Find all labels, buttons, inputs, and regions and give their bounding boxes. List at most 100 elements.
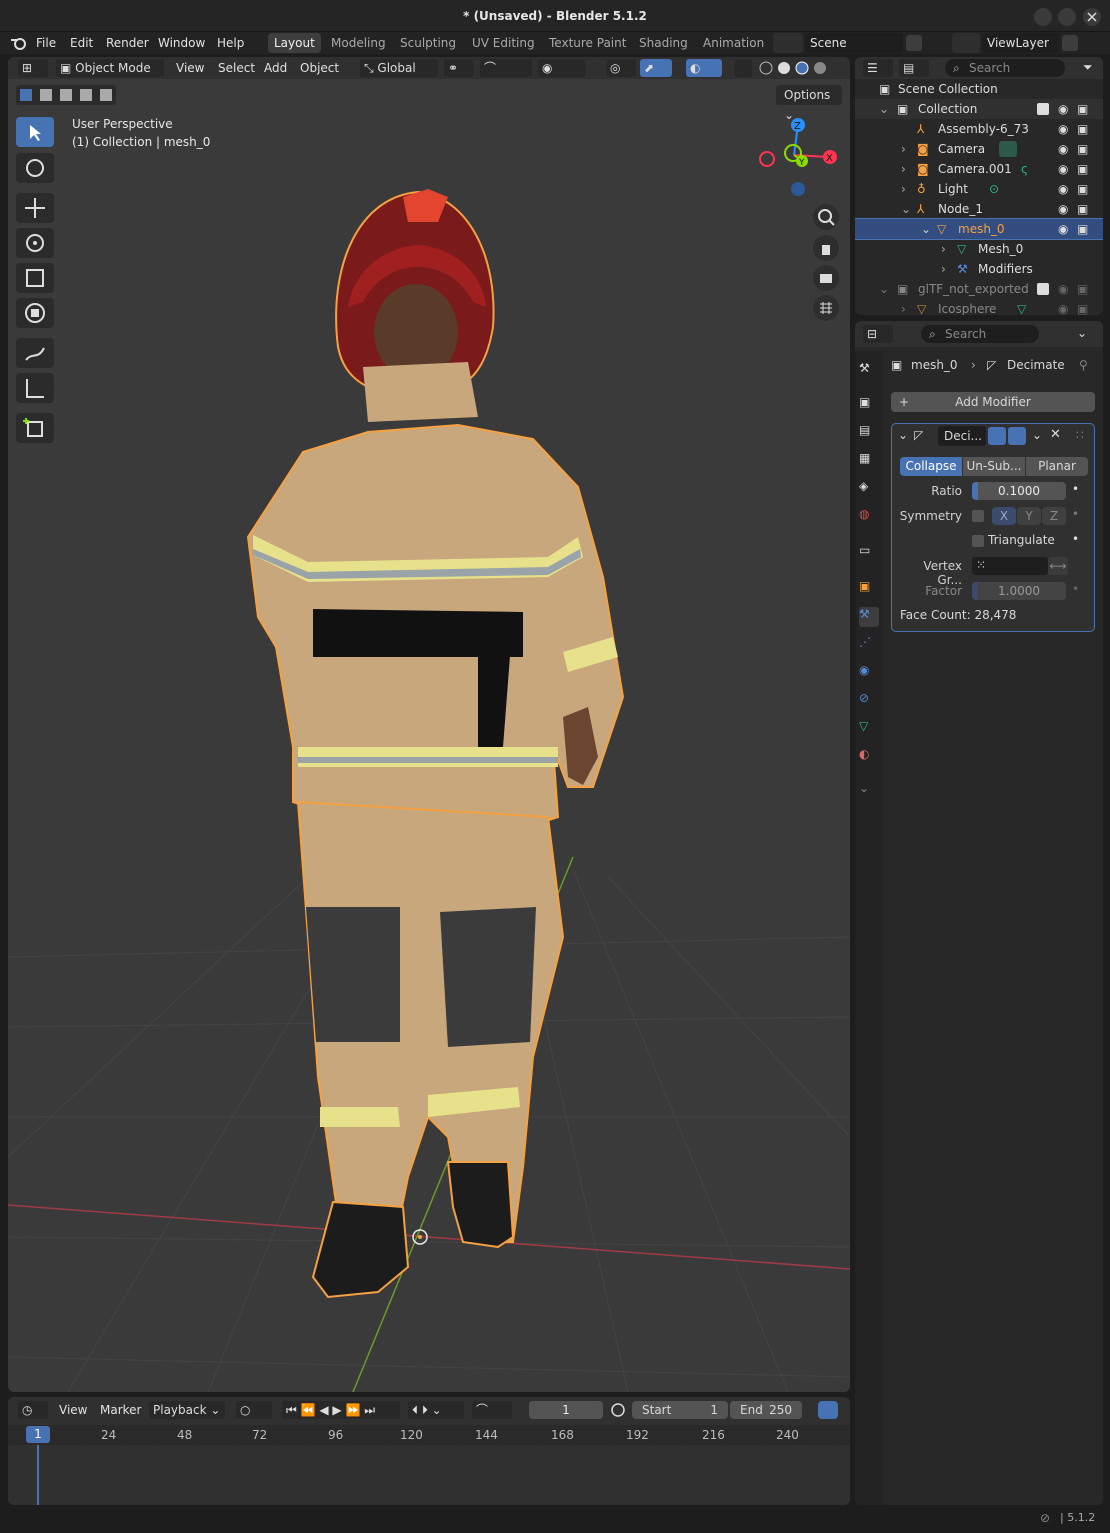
- pivot-point-icon[interactable]: ⚭: [444, 59, 474, 77]
- transform-tool[interactable]: [16, 298, 54, 328]
- start-frame-field[interactable]: Start 1: [632, 1401, 728, 1419]
- view-layer-field[interactable]: ViewLayer: [982, 33, 1060, 53]
- properties-search-input[interactable]: ⌕ Search: [921, 325, 1039, 343]
- playback-dropdown[interactable]: Playback ⌄: [149, 1401, 225, 1419]
- eye-icon[interactable]: ◉: [1058, 119, 1068, 139]
- collapse-arrow-icon[interactable]: ⌄: [921, 219, 931, 239]
- ratio-slider[interactable]: 0.1000: [972, 482, 1066, 500]
- constraints-tab-icon[interactable]: ⊘: [859, 691, 879, 711]
- eye-icon[interactable]: ◉: [1058, 159, 1068, 179]
- expand-arrow-icon[interactable]: ›: [901, 179, 906, 199]
- factor-slider[interactable]: 1.0000: [972, 582, 1066, 600]
- outliner-row-camera[interactable]: › ◙ Camera ◉ ▣: [855, 139, 1103, 159]
- show-viewport-icon[interactable]: [988, 427, 1006, 445]
- snapping-icon[interactable]: ⌒: [480, 59, 532, 77]
- outliner-row-icosphere[interactable]: › ▽ Icosphere ▽ ◉ ▣: [855, 299, 1103, 315]
- collapse-panel-icon[interactable]: ⌄: [898, 428, 908, 442]
- material-tab-icon[interactable]: ◐: [859, 747, 879, 767]
- expand-arrow-icon[interactable]: ›: [901, 299, 906, 315]
- viewport-menu-view[interactable]: View: [176, 57, 204, 79]
- end-frame-field[interactable]: End 250: [730, 1401, 802, 1419]
- add-modifier-button[interactable]: + Add Modifier: [891, 392, 1095, 412]
- triangulate-checkbox[interactable]: [972, 535, 984, 547]
- eye-icon[interactable]: ◉: [1058, 299, 1068, 315]
- remove-modifier-icon[interactable]: ✕: [1050, 427, 1061, 442]
- invert-vertex-group-icon[interactable]: ⟷: [1048, 557, 1068, 575]
- exclude-checkbox[interactable]: [1037, 283, 1049, 295]
- timeline-editor[interactable]: ◷ View Marker Playback ⌄ ○ ⏮ ⏪ ◀ ▶ ⏩ ⏭ ⏴…: [8, 1397, 850, 1505]
- outliner-row-node-1[interactable]: ⌄ ⅄ Node_1 ◉ ▣: [855, 199, 1103, 219]
- sync-icon[interactable]: [818, 1401, 838, 1419]
- outliner-row-mesh-data[interactable]: › ▽ Mesh_0: [855, 239, 1103, 259]
- menu-render[interactable]: Render: [106, 32, 149, 54]
- camera-render-icon[interactable]: ▣: [1077, 179, 1088, 199]
- keyframe-dot-icon[interactable]: •: [1072, 482, 1079, 496]
- current-frame-field[interactable]: 1: [529, 1401, 603, 1419]
- menu-help[interactable]: Help: [217, 32, 244, 54]
- camera-view-icon[interactable]: [813, 265, 839, 291]
- pin-icon[interactable]: ⚲: [1079, 357, 1088, 373]
- eye-icon[interactable]: ◉: [1058, 219, 1068, 239]
- cursor-tool[interactable]: [16, 153, 54, 183]
- camera-render-icon[interactable]: ▣: [1077, 159, 1088, 179]
- selection-mode-icons[interactable]: [16, 85, 116, 105]
- expand-arrow-icon[interactable]: ›: [901, 139, 906, 159]
- camera-render-icon[interactable]: ▣: [1077, 99, 1088, 119]
- timeline-editor-type-icon[interactable]: ◷: [18, 1401, 48, 1419]
- measure-tool[interactable]: [16, 373, 54, 403]
- select-box-tool[interactable]: [16, 117, 54, 147]
- eye-icon[interactable]: ◉: [1058, 279, 1068, 299]
- camera-render-icon[interactable]: ▣: [1077, 219, 1088, 239]
- outliner-row-collection[interactable]: ⌄ ▣ Collection ◉ ▣: [855, 99, 1103, 119]
- outliner-row-gltf-not-exported[interactable]: ⌄ ▣ glTF_not_exported ◉ ▣: [855, 279, 1103, 299]
- object-tab-icon[interactable]: ▣: [859, 579, 879, 599]
- blender-logo-icon[interactable]: [10, 35, 28, 51]
- workspace-tab-texture-paint[interactable]: Texture Paint: [543, 33, 632, 53]
- workspace-tab-sculpting[interactable]: Sculpting: [394, 33, 462, 53]
- display-mode-icon[interactable]: ▤: [899, 59, 929, 77]
- menu-file[interactable]: File: [36, 32, 56, 54]
- pan-hand-icon[interactable]: [813, 235, 839, 261]
- keyframe-dot-icon[interactable]: •: [1072, 582, 1079, 596]
- annotate-tool[interactable]: [16, 338, 54, 368]
- workspace-tab-modeling[interactable]: Modeling: [325, 33, 392, 53]
- collapse-arrow-icon[interactable]: ⌄: [901, 199, 911, 219]
- camera-render-icon[interactable]: ▣: [1077, 299, 1088, 315]
- render-tab-icon[interactable]: ▣: [859, 395, 879, 415]
- world-tab-icon[interactable]: ◍: [859, 507, 879, 527]
- camera-render-icon[interactable]: ▣: [1077, 139, 1088, 159]
- data-tab-icon[interactable]: ▽: [859, 719, 879, 739]
- viewport-menu-add[interactable]: Add: [264, 57, 287, 79]
- filter-icon[interactable]: ⏷: [1083, 60, 1093, 75]
- outliner[interactable]: ☰ ▤ ⌕ Search ⏷ ▣ Scene Collection ⌄ ▣ Col…: [855, 57, 1103, 315]
- modifier-tab-icon[interactable]: ⚒: [859, 607, 879, 627]
- symmetry-checkbox[interactable]: [972, 510, 984, 522]
- view-layer-browse-icon[interactable]: [952, 33, 980, 53]
- transform-orientation-dropdown[interactable]: ⤡ Global: [360, 59, 438, 77]
- visibility-icon[interactable]: ◎: [606, 59, 636, 77]
- shading-mode-icons[interactable]: [758, 60, 838, 76]
- rotate-tool[interactable]: [16, 228, 54, 258]
- add-cube-tool[interactable]: [16, 413, 54, 443]
- eye-icon[interactable]: ◉: [1058, 139, 1068, 159]
- outliner-row-assembly[interactable]: ⅄ Assembly-6_73 ◉ ▣: [855, 119, 1103, 139]
- more-tabs-icon[interactable]: ⌄: [859, 781, 879, 801]
- auto-keying-icon[interactable]: ○: [236, 1401, 272, 1419]
- symmetry-axis-y[interactable]: Y: [1017, 507, 1041, 525]
- navigation-gizmo[interactable]: X Z Y: [756, 117, 846, 197]
- keyframe-dot-icon[interactable]: •: [1072, 532, 1079, 546]
- new-scene-icon[interactable]: [906, 35, 922, 51]
- menu-window[interactable]: Window: [158, 32, 205, 54]
- mode-tab-collapse[interactable]: Collapse: [900, 457, 962, 476]
- zoom-icon[interactable]: [813, 204, 839, 230]
- outliner-row-scene-collection[interactable]: ▣ Scene Collection: [855, 79, 1103, 99]
- camera-render-icon[interactable]: ▣: [1077, 199, 1088, 219]
- overlays-toggle-icon[interactable]: ◐: [686, 59, 722, 77]
- outliner-row-camera-001[interactable]: › ◙ Camera.001 ς ◉ ▣: [855, 159, 1103, 179]
- particles-tab-icon[interactable]: ⋰: [859, 635, 879, 655]
- maximize-button[interactable]: [1058, 8, 1076, 26]
- outliner-editor-type-icon[interactable]: ☰: [863, 59, 893, 77]
- 3d-viewport[interactable]: ⊞ ▣ Object Mode View Select Add Object ⤡…: [8, 57, 850, 1392]
- gizmo-toggle-icon[interactable]: ⬈: [640, 59, 672, 77]
- properties-editor[interactable]: ⊟ ⌕ Search ⌄ ⚒ ▣ ▤ ▦ ◈ ◍ ▭ ▣ ⚒ ⋰ ◉ ⊘ ▽ ◐ …: [855, 321, 1103, 1505]
